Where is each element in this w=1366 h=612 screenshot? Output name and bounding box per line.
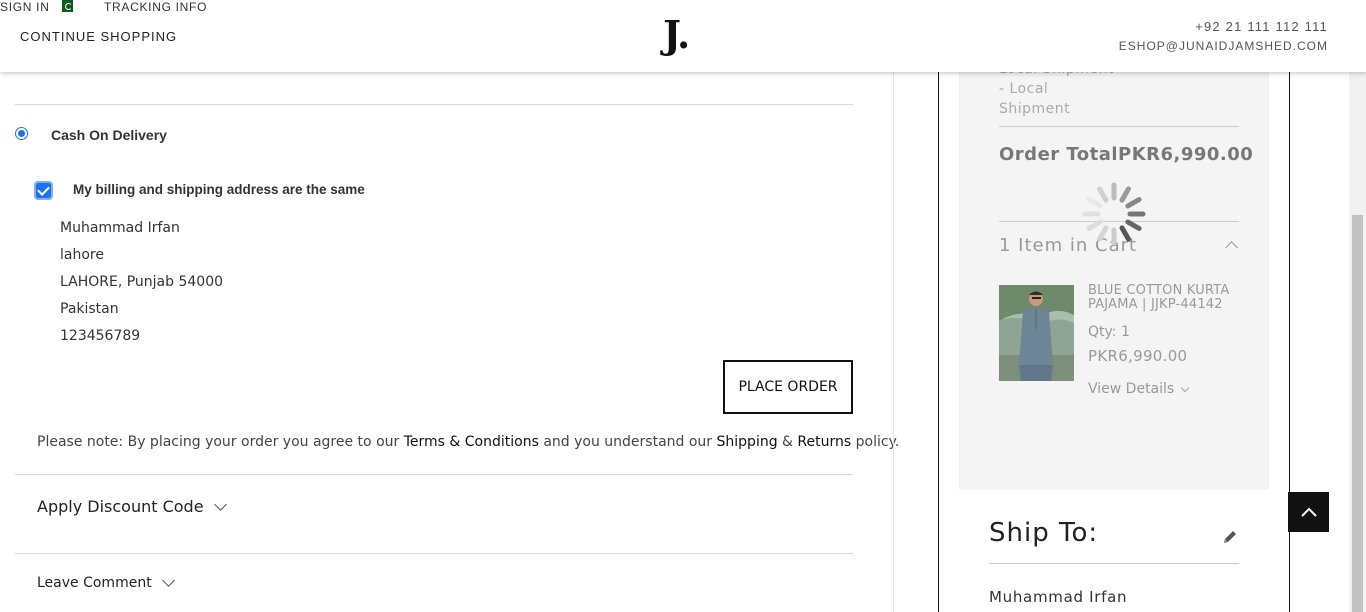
chevron-down-icon xyxy=(213,497,227,511)
order-summary-box xyxy=(959,60,1269,490)
product-price: PKR6,990.00 xyxy=(1088,347,1188,365)
divider xyxy=(15,474,853,475)
spinner-icon xyxy=(1082,182,1146,246)
view-details-toggle[interactable]: View Details xyxy=(1088,381,1190,397)
leave-comment-toggle[interactable]: Leave Comment xyxy=(37,574,175,591)
tracking-info-link[interactable]: TRACKING INFO xyxy=(104,0,207,14)
divider xyxy=(989,563,1239,564)
payment-method-label[interactable]: Cash On Delivery xyxy=(51,127,167,143)
divider xyxy=(15,553,853,554)
same-address-label[interactable]: My billing and shipping address are the … xyxy=(73,182,365,197)
site-logo[interactable]: J. xyxy=(663,12,690,57)
note-amp: & xyxy=(777,434,798,450)
column-separator xyxy=(893,72,894,612)
product-qty: Qty: 1 xyxy=(1088,324,1130,340)
order-total-value: PKR6,990.00 xyxy=(1118,144,1254,165)
note-middle: and you understand our xyxy=(538,434,717,450)
scroll-to-top-button[interactable] xyxy=(1288,492,1329,532)
address-phone: 123456789 xyxy=(60,328,141,344)
order-note: Please note: By placing your order you a… xyxy=(37,434,899,450)
order-total-label: Order Total xyxy=(999,144,1119,165)
site-header: SIGN IN TRACKING INFO CONTINUE SHOPPING … xyxy=(0,0,1366,72)
sign-in-link[interactable]: SIGN IN xyxy=(0,0,50,14)
same-address-checkbox[interactable] xyxy=(34,181,53,200)
email-address[interactable]: ESHOP@JUNAIDJAMSHED.COM xyxy=(1119,39,1328,53)
terms-link[interactable]: Terms & Conditions xyxy=(404,434,539,450)
scrollbar-thumb[interactable] xyxy=(1352,215,1363,612)
product-name[interactable]: BLUE COTTON KURTA PAJAMA | JJKP-44142 xyxy=(1088,284,1243,312)
note-prefix: Please note: By placing your order you a… xyxy=(37,434,404,450)
leave-comment-label: Leave Comment xyxy=(37,575,152,591)
returns-link[interactable]: Returns xyxy=(797,434,851,450)
cash-on-delivery-radio[interactable] xyxy=(15,127,28,140)
divider xyxy=(15,104,853,105)
pencil-icon[interactable] xyxy=(1221,528,1239,546)
shipment-method-line: Shipment xyxy=(999,101,1071,117)
view-details-label: View Details xyxy=(1088,381,1175,397)
place-order-button[interactable]: PLACE ORDER xyxy=(723,360,853,414)
address-street: lahore xyxy=(60,247,104,263)
shipment-method-line: - Local xyxy=(999,81,1049,97)
chevron-down-icon xyxy=(161,574,175,587)
continue-shopping-link[interactable]: CONTINUE SHOPPING xyxy=(20,29,177,44)
divider xyxy=(999,126,1239,127)
product-thumbnail[interactable] xyxy=(999,285,1074,381)
address-city: LAHORE, Punjab 54000 xyxy=(60,274,224,290)
arrow-up-icon xyxy=(1300,507,1317,517)
ship-to-name: Muhammad Irfan xyxy=(989,588,1128,606)
chevron-down-icon xyxy=(1180,383,1190,392)
flag-icon[interactable] xyxy=(58,0,73,12)
address-country: Pakistan xyxy=(60,301,119,317)
address-name: Muhammad Irfan xyxy=(60,220,180,236)
shipping-link[interactable]: Shipping xyxy=(717,434,778,450)
apply-discount-toggle[interactable]: Apply Discount Code xyxy=(37,497,227,516)
apply-discount-label: Apply Discount Code xyxy=(37,497,204,516)
ship-to-title: Ship To: xyxy=(989,518,1099,548)
phone-number: +92 21 111 112 111 xyxy=(1195,19,1328,34)
